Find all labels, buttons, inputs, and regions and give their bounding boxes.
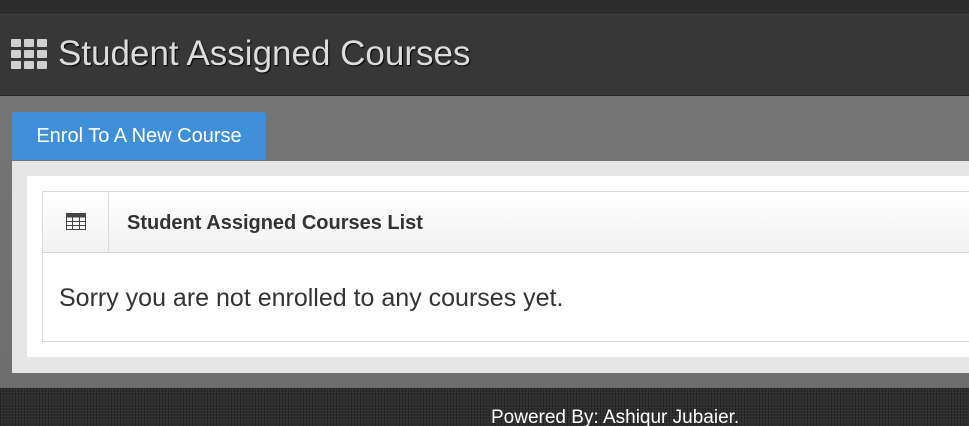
courses-list-title: Student Assigned Courses List	[127, 212, 423, 234]
empty-state-message: Sorry you are not enrolled to any course…	[59, 284, 564, 312]
page-header: Student Assigned Courses	[0, 15, 969, 96]
page-footer: Powered By: Ashiqur Jubaier.	[0, 388, 969, 426]
page-title: Student Assigned Courses	[58, 34, 471, 73]
top-strip	[0, 0, 969, 15]
table-icon	[66, 213, 86, 230]
powered-by-text: Powered By: Ashiqur Jubaier.	[491, 407, 740, 426]
table-icon-cell	[43, 192, 109, 252]
courses-list-box: Student Assigned Courses List Sorry you …	[42, 191, 969, 342]
courses-list-header: Student Assigned Courses List	[43, 192, 969, 253]
enrol-new-course-button[interactable]: Enrol To A New Course	[12, 112, 266, 160]
grid-icon	[11, 39, 49, 69]
